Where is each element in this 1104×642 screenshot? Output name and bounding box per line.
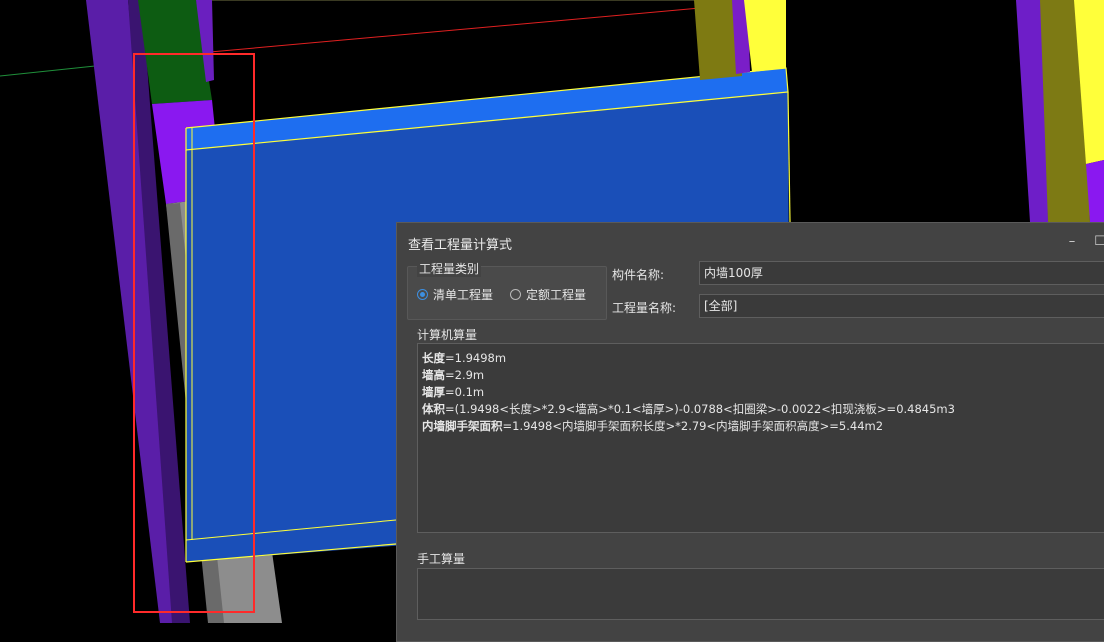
computer-calc-label: 计算机算量 [417,328,478,342]
quantity-name-field[interactable]: [全部] [699,294,1104,318]
dialog-title: 查看工程量计算式 [408,238,513,253]
radio-bill-quantity[interactable]: 清单工程量 [417,286,493,303]
component-name-label: 构件名称: [612,268,665,282]
calc-line: 墙高=2.9m [422,368,485,382]
calc-line: 内墙脚手架面积=1.9498<内墙脚手架面积长度>*2.79<内墙脚手架面积高度… [422,419,884,433]
calc-line: 长度=1.9498m [422,351,507,365]
radio-checked-icon [417,289,428,300]
calc-line: 墙厚=0.1m [422,385,485,399]
manual-calc-textarea[interactable] [417,568,1104,620]
quantity-name-label: 工程量名称: [612,301,677,315]
component-name-field[interactable]: 内墙100厚 [699,261,1104,285]
radio-unchecked-icon [510,289,521,300]
computer-calc-textarea[interactable]: 长度=1.9498m 墙高=2.9m 墙厚=0.1m 体积=(1.9498<长度… [417,343,1104,533]
radio-bill-quantity-label: 清单工程量 [433,288,494,302]
radio-quota-quantity-label: 定额工程量 [526,288,587,302]
calc-line: 体积=(1.9498<长度>*2.9<墙高>*0.1<墙厚>)-0.0788<扣… [422,402,955,416]
maximize-icon[interactable]: ☐ [1091,233,1104,251]
quantity-type-label: 工程量类别 [417,260,482,277]
quantity-formula-dialog[interactable]: 查看工程量计算式 – ☐ 工程量类别 清单工程量 定额工程量 构件名称: 内墙1… [396,222,1104,642]
manual-calc-label: 手工算量 [417,552,466,566]
radio-quota-quantity[interactable]: 定额工程量 [510,286,586,303]
minimize-icon[interactable]: – [1063,233,1081,251]
